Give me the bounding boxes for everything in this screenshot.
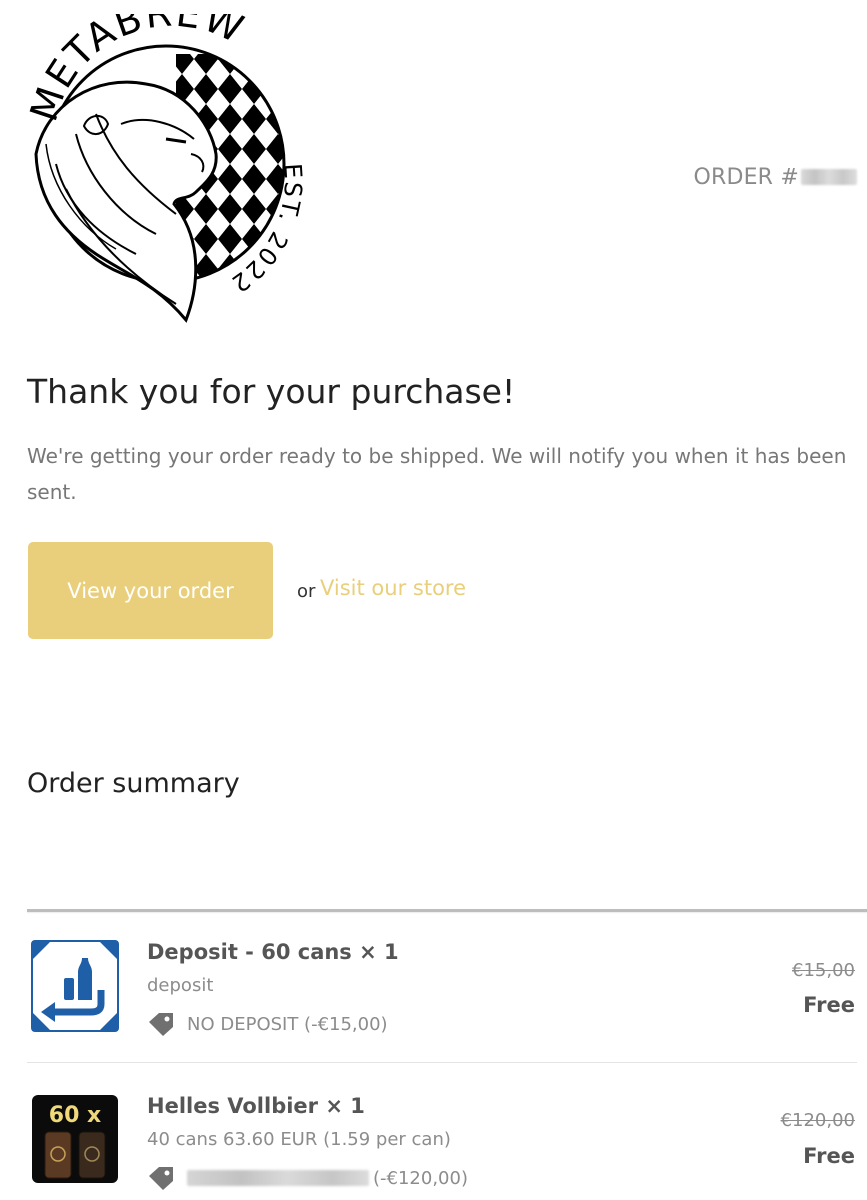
summary-divider xyxy=(27,909,867,912)
or-text: or xyxy=(297,581,316,602)
item-name: Helles Vollbier × 1 xyxy=(147,1094,365,1118)
item-divider xyxy=(27,1062,857,1063)
item-variant: 40 cans 63.60 EUR (1.59 per can) xyxy=(147,1129,451,1150)
original-price: €120,00 xyxy=(780,1110,855,1131)
deposit-return-icon xyxy=(31,940,119,1032)
line-item: 60 x Helles Vollbier × 1 40 cans 63.60 E… xyxy=(27,1090,857,1200)
item-discount: (-€120,00) xyxy=(147,1166,468,1190)
visit-store-link[interactable]: Visit our store xyxy=(320,576,466,600)
beer-cans-image: 60 x xyxy=(31,1094,119,1186)
discount-text: NO DEPOSIT (-€15,00) xyxy=(187,1013,388,1035)
discount-code-redacted xyxy=(187,1170,369,1186)
order-label: ORDER # xyxy=(693,165,799,190)
discount-text: (-€120,00) xyxy=(373,1167,468,1189)
metabrew-logo[interactable]: METABREW EST. 2022 xyxy=(22,0,306,330)
line-item: Deposit - 60 cans × 1 deposit NO DEPOSIT… xyxy=(27,936,857,1062)
tag-icon xyxy=(149,1167,173,1190)
thumb-label: 60 x xyxy=(49,1103,101,1128)
original-price: €15,00 xyxy=(792,960,855,981)
item-variant: deposit xyxy=(147,975,214,996)
item-name: Deposit - 60 cans × 1 xyxy=(147,940,399,964)
tag-icon xyxy=(149,1013,173,1036)
final-price: Free xyxy=(803,1144,855,1168)
thank-you-heading: Thank you for your purchase! xyxy=(27,372,516,411)
item-discount: NO DEPOSIT (-€15,00) xyxy=(147,1012,388,1036)
order-number-redacted xyxy=(801,169,857,185)
final-price: Free xyxy=(803,993,855,1017)
order-summary-heading: Order summary xyxy=(27,768,240,799)
thank-you-message: We're getting your order ready to be shi… xyxy=(27,444,847,504)
order-number: ORDER # xyxy=(693,165,857,190)
view-order-button[interactable]: View your order xyxy=(28,542,273,639)
